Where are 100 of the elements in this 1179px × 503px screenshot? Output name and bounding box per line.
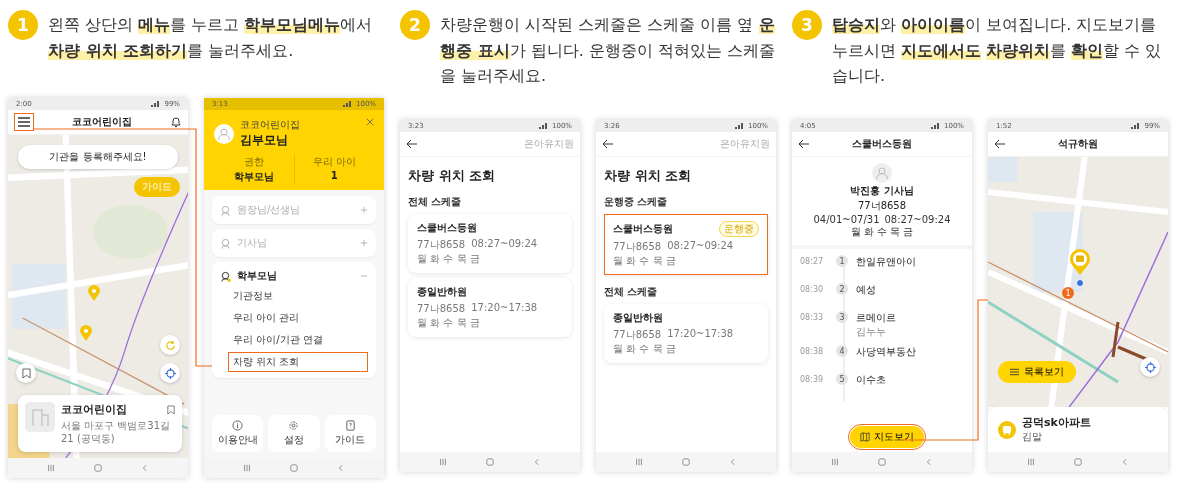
menu-item[interactable]: 차량 위치 조회: [228, 352, 368, 372]
notice-banner[interactable]: 기관을 등록해주세요!: [18, 145, 178, 169]
back-arrow-icon[interactable]: [798, 139, 810, 149]
footer-button[interactable]: 설정: [268, 415, 320, 452]
stop-name: 예성: [856, 283, 876, 297]
recent-apps-icon[interactable]: [243, 464, 252, 472]
recent-apps-icon[interactable]: [635, 458, 644, 466]
home-icon[interactable]: [1074, 458, 1082, 466]
plus-icon[interactable]: [360, 239, 368, 247]
weekdays: 월 화 수 목 금: [417, 316, 480, 330]
recent-apps-icon[interactable]: [1027, 458, 1036, 466]
menu-item[interactable]: 우리 아이 관리: [228, 308, 368, 328]
vehicle-plate: 77너8658: [857, 199, 907, 213]
recent-apps-icon[interactable]: [439, 458, 448, 466]
location-dot: [1076, 279, 1084, 287]
back-icon[interactable]: [728, 458, 737, 466]
weekdays: 월 화 수 목 금: [417, 252, 480, 266]
place-name: 코코어린이집: [61, 402, 127, 417]
back-arrow-icon[interactable]: [994, 139, 1006, 149]
stop-name: 공덕sk아파트: [1022, 415, 1091, 430]
menu-item[interactable]: 우리 아이/기관 연결: [228, 330, 368, 350]
back-icon[interactable]: [532, 458, 541, 466]
menu-item[interactable]: 기관정보: [228, 286, 368, 306]
home-icon[interactable]: [290, 464, 298, 472]
footer-button[interactable]: 가이드: [324, 415, 376, 452]
home-icon[interactable]: [682, 458, 690, 466]
bus-pin-icon[interactable]: [1070, 249, 1090, 275]
back-arrow-icon[interactable]: [406, 139, 418, 149]
schedule-card[interactable]: 종일반하원 77나8658 17:20~17:38 월 화 수 목 금: [604, 304, 768, 363]
organization-name: 은아유치원: [720, 137, 770, 151]
close-icon[interactable]: [366, 118, 374, 126]
time-range: 08:27~09:24: [884, 214, 951, 225]
home-icon[interactable]: [94, 464, 102, 472]
recent-apps-icon[interactable]: [831, 458, 840, 466]
driver-name: 박진홍 기사님: [850, 184, 914, 198]
bookmark-icon[interactable]: [167, 404, 175, 415]
menu-button[interactable]: [14, 113, 34, 131]
group-title: 전체 스케줄: [408, 195, 463, 209]
list-icon: [1010, 368, 1019, 376]
map-pin-icon[interactable]: [88, 285, 100, 301]
organization-name: 코코어린이집: [240, 118, 301, 132]
user-name: 김부모님: [240, 132, 289, 149]
bell-icon[interactable]: [170, 116, 182, 128]
step-instruction: 탑승지와 아이이름이 보여집니다. 지도보기를 누르시면 지도에서도 차량위치를 확인할 수 있습니다.: [832, 14, 1163, 88]
list-view-button[interactable]: 목록보기: [998, 361, 1076, 383]
info-icon: [232, 420, 244, 431]
page-title: 차량 위치 조회: [408, 167, 497, 185]
bus-icon: [998, 420, 1016, 439]
person-icon: [220, 204, 231, 216]
footer-button[interactable]: 이용안내: [212, 415, 264, 452]
time-range: 17:20~17:38: [471, 302, 538, 315]
home-icon[interactable]: [486, 458, 494, 466]
back-icon[interactable]: [924, 458, 933, 466]
menu-icon: [18, 117, 30, 127]
stop-time: 08:30: [800, 284, 825, 294]
vehicle-plate: 77나8658: [417, 238, 466, 252]
stop-name: 사당역부동산: [856, 345, 916, 359]
stat-label: 권한: [243, 155, 264, 169]
stop-number: 4: [836, 345, 848, 357]
plus-icon[interactable]: [360, 206, 368, 214]
question-icon: [344, 420, 356, 431]
schedule-card[interactable]: 종일반하원 77나8658 17:20~17:38 월 화 수 목 금: [408, 278, 572, 337]
time-range: 08:27~09:24: [667, 240, 734, 253]
stop-number: 3: [836, 311, 848, 323]
signal-icon: [151, 101, 162, 107]
schedule-card[interactable]: 스쿨버스등원 77나8658 08:27~09:24 월 화 수 목 금: [408, 214, 572, 273]
child-name: 김말: [1022, 430, 1043, 444]
stat-value: 1: [330, 170, 338, 181]
stat-value: 학부모님: [233, 170, 274, 184]
screen-title: 석규하원: [1057, 137, 1099, 151]
back-icon[interactable]: [1120, 458, 1129, 466]
schedule-name: 종일반하원: [417, 285, 467, 299]
vehicle-plate: 77나8658: [613, 328, 662, 342]
crosshair-icon: [1144, 361, 1156, 373]
signal-icon: [343, 101, 353, 107]
screen-title: 코코어린이집: [71, 115, 133, 129]
signal-icon: [1131, 123, 1142, 129]
schedule-card[interactable]: 스쿨버스등원 운행중 77나8658 08:27~09:24 월 화 수 목 금: [604, 214, 768, 275]
schedule-name: 스쿨버스등원: [613, 222, 673, 236]
home-icon[interactable]: [878, 458, 886, 466]
organization-name: 은아유치원: [524, 137, 574, 151]
step-instruction: 왼쪽 상단의 메뉴를 누르고 학부모님메뉴에서 차량 위치 조회하기를 눌러주세요.: [48, 14, 374, 62]
date-range: 04/01~07/31: [813, 214, 880, 225]
back-icon[interactable]: [336, 464, 345, 472]
group-title: 운행중 스케줄: [604, 195, 669, 209]
map-view-button[interactable]: 지도보기: [850, 426, 924, 448]
map-pin-icon[interactable]: [80, 325, 92, 341]
section-title[interactable]: 학부모님: [237, 269, 354, 283]
bookmark-icon: [21, 367, 31, 379]
place-card[interactable]: 코코어린이집 서울 마포구 백범로31길 21 (공덕동): [18, 395, 182, 452]
vehicle-plate: 77나8658: [417, 302, 466, 316]
back-icon[interactable]: [140, 464, 149, 472]
stop-time: 08:38: [800, 346, 825, 356]
schedule-name: 스쿨버스등원: [417, 221, 477, 235]
minus-icon[interactable]: [360, 272, 368, 280]
back-arrow-icon[interactable]: [602, 139, 614, 149]
step-number: 3: [792, 10, 822, 40]
recent-apps-icon[interactable]: [47, 464, 56, 472]
person-icon: [220, 237, 231, 249]
stop-number: 5: [836, 373, 848, 385]
